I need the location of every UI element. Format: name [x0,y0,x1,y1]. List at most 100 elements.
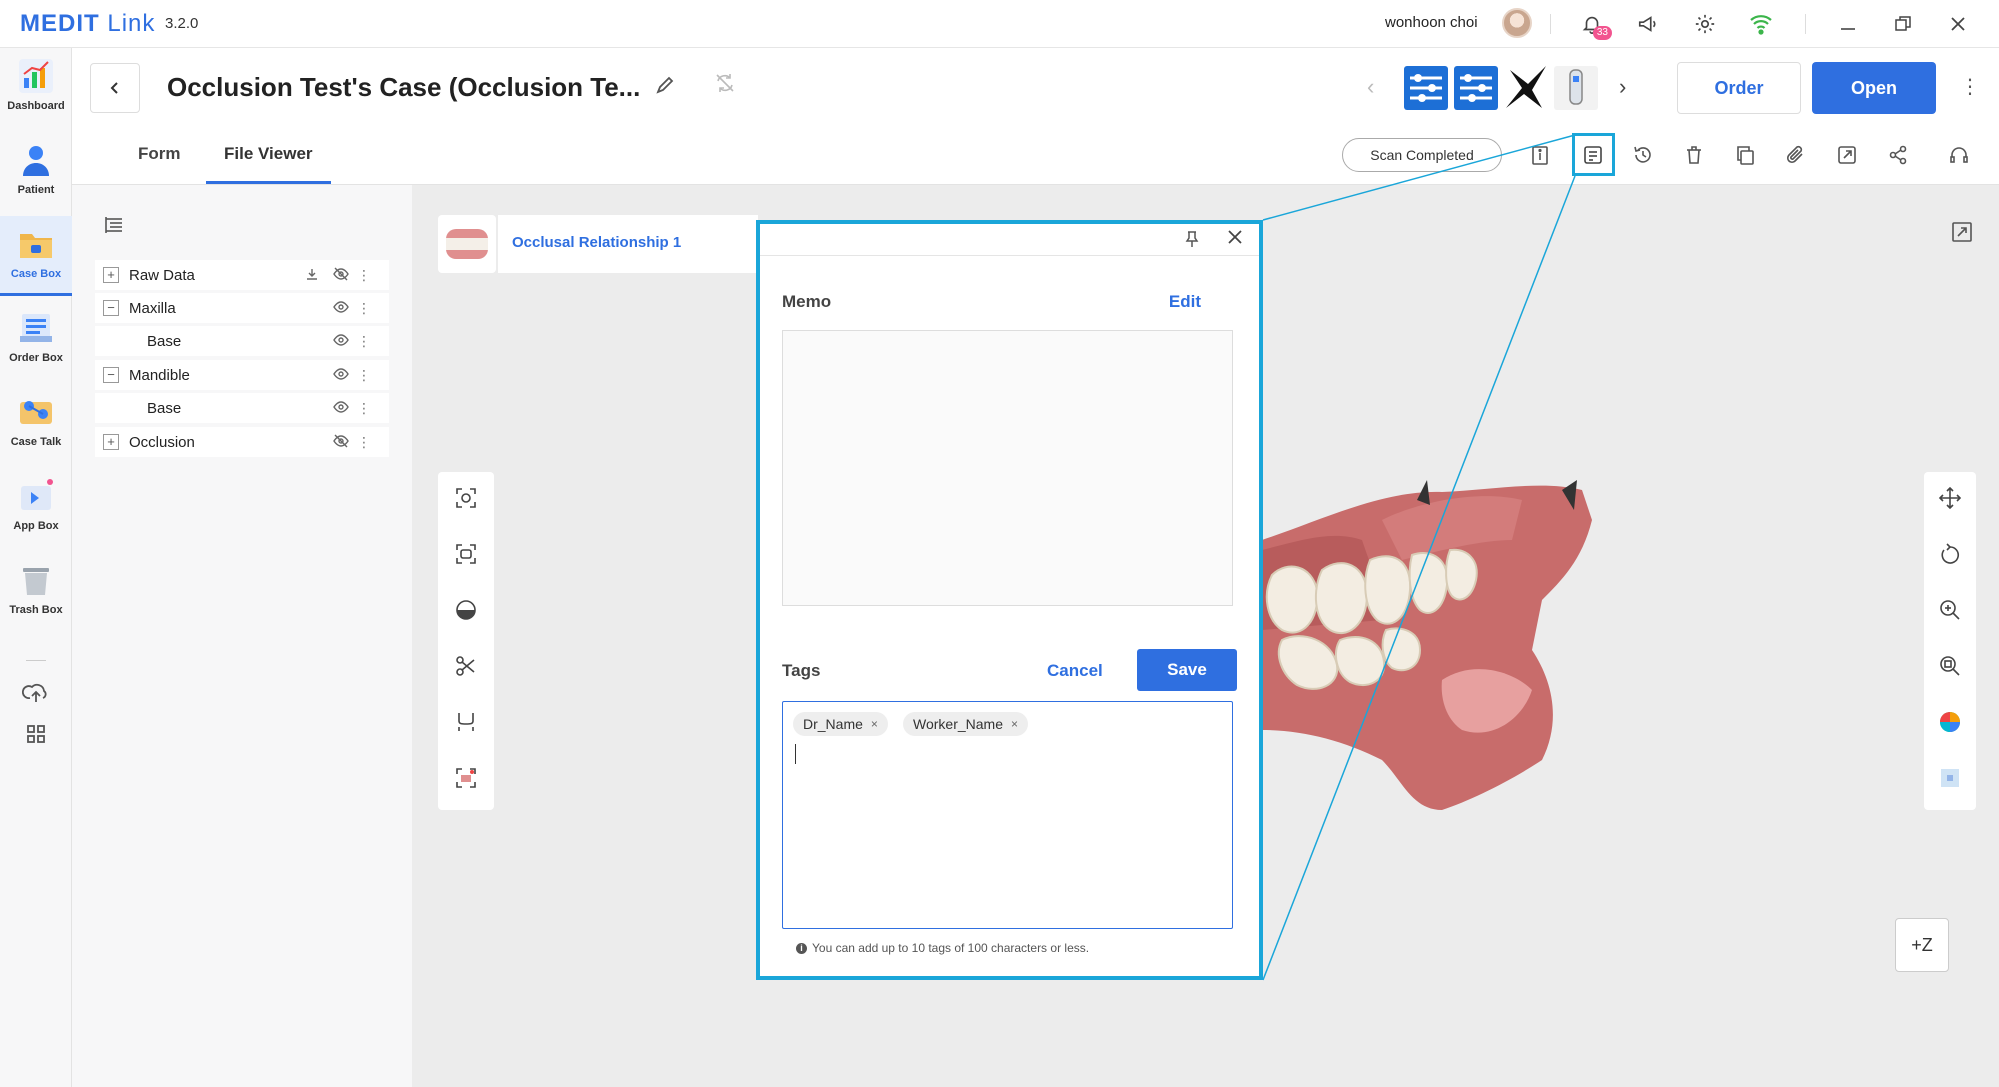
save-button[interactable]: Save [1137,649,1237,691]
eye-off-icon[interactable] [333,434,349,451]
tree-row-raw-data[interactable]: + Raw Data ⋮ [95,260,389,290]
eye-icon[interactable] [333,333,349,350]
memo-popup: Memo Edit Tags Cancel Save Dr_Name × Wor… [756,220,1263,980]
grid-apps-icon[interactable] [24,722,48,746]
dashboard-icon [16,56,56,96]
tags-hint: i You can add up to 10 tags of 100 chara… [796,941,1089,955]
tab-form[interactable]: Form [138,144,181,184]
minimize-icon[interactable] [1834,10,1862,38]
pencil-icon[interactable] [650,70,680,100]
hint-text: You can add up to 10 tags of 100 charact… [812,941,1090,955]
settings-panel-icon[interactable] [1404,66,1448,110]
settings-panel-icon[interactable] [1454,66,1498,110]
tree-row-maxilla[interactable]: − Maxilla ⋮ [95,293,389,323]
color-wheel-icon[interactable] [1936,708,1964,736]
status-badge: Scan Completed [1342,138,1502,172]
sidebar-item-order-box[interactable]: Order Box [0,300,72,380]
teeth-model-render[interactable] [1262,480,1602,820]
app-logo: MEDIT Link [20,10,156,37]
half-circle-icon[interactable] [452,596,480,624]
texture-icon[interactable] [1936,764,1964,792]
remove-tag-icon[interactable]: × [1011,717,1018,731]
sculpt-tool-icon[interactable] [1506,66,1546,108]
more-options-icon[interactable]: ⋮ [357,267,371,284]
gear-icon[interactable] [1691,10,1719,38]
cancel-button[interactable]: Cancel [1047,661,1103,681]
tree-row-mandible-base[interactable]: Base ⋮ [95,393,389,423]
tree-row-occlusion[interactable]: + Occlusion ⋮ [95,427,389,457]
more-options-icon[interactable]: ⋮ [357,400,371,417]
cloud-upload-icon[interactable] [22,678,50,706]
expand-toggle[interactable]: + [103,434,119,450]
eye-icon[interactable] [333,400,349,417]
previous-app-arrow[interactable]: ‹ [1367,74,1374,100]
eye-icon[interactable] [333,300,349,317]
app-box-icon [16,476,56,516]
attachment-icon[interactable] [1779,138,1813,172]
history-icon[interactable] [1626,138,1660,172]
sidebar-item-case-talk[interactable]: Case Talk [0,384,72,464]
close-window-icon[interactable] [1944,10,1972,38]
tree-row-maxilla-base[interactable]: Base ⋮ [95,326,389,356]
collapse-toggle[interactable]: − [103,367,119,383]
teeth-view-icon[interactable] [452,540,480,568]
tree-row-label: Raw Data [129,266,195,284]
tree-row-mandible[interactable]: − Mandible ⋮ [95,360,389,390]
expand-toggle[interactable]: + [103,267,119,283]
more-options-icon[interactable]: ⋮ [357,367,371,384]
expand-view-icon[interactable] [1950,220,1974,244]
more-options-icon[interactable]: ⋮ [357,333,371,350]
axis-z-button[interactable]: +Z [1895,918,1949,972]
zoom-area-icon[interactable] [1936,652,1964,680]
trash-icon[interactable] [1677,138,1711,172]
left-toolbar [438,472,494,810]
pin-icon[interactable] [1183,230,1201,248]
tags-input[interactable]: Dr_Name × Worker_Name × [782,701,1233,929]
avatar[interactable] [1502,8,1532,38]
more-options-icon[interactable]: ⋮ [357,434,371,451]
next-app-arrow[interactable]: › [1619,74,1626,100]
fit-view-icon[interactable] [452,484,480,512]
download-icon[interactable] [305,267,319,284]
eye-icon[interactable] [333,367,349,384]
copy-icon[interactable] [1728,138,1762,172]
sidebar-item-trash-box[interactable]: Trash Box [0,552,72,632]
remove-tag-icon[interactable]: × [871,717,878,731]
move-icon[interactable] [1936,484,1964,512]
scissors-icon[interactable] [452,652,480,680]
open-button[interactable]: Open [1812,62,1936,114]
support-headset-icon[interactable] [1942,138,1976,172]
order-button[interactable]: Order [1677,62,1801,114]
case-box-icon [16,224,56,264]
clipboard-info-icon[interactable] [1523,138,1557,172]
close-icon[interactable] [1225,228,1245,248]
memo-textarea[interactable] [782,330,1233,606]
more-options-icon[interactable]: ⋮ [357,300,371,317]
share-icon[interactable] [1881,138,1915,172]
user-name[interactable]: wonhoon choi [1385,14,1478,31]
notification-bell-icon[interactable]: 33 [1578,10,1612,40]
memo-edit-button[interactable]: Edit [1169,292,1201,312]
tree-list-icon[interactable] [103,214,125,242]
sidebar-item-app-box[interactable]: App Box [0,468,72,548]
restore-window-icon[interactable] [1889,10,1917,38]
export-icon[interactable] [1830,138,1864,172]
eye-off-icon[interactable] [333,267,349,284]
occlusion-label[interactable]: Occlusal Relationship 1 [512,234,681,251]
back-button[interactable] [90,63,140,113]
megaphone-icon[interactable] [1634,10,1662,38]
screenshot-icon[interactable] [452,764,480,792]
sidebar-item-patient[interactable]: Patient [0,132,72,212]
app-shortcuts [1402,62,1602,114]
scanner-icon[interactable] [1554,66,1598,110]
sidebar-item-case-box[interactable]: Case Box [0,216,72,296]
zoom-in-icon[interactable] [1936,596,1964,624]
more-options-icon[interactable]: ⋮ [1960,74,1980,99]
tab-file-viewer[interactable]: File Viewer [206,144,331,184]
sidebar-item-dashboard[interactable]: Dashboard [0,48,72,128]
occlusion-thumbnail[interactable] [438,215,496,273]
occlusion-tool-icon[interactable] [452,708,480,736]
rotate-icon[interactable] [1936,540,1964,568]
notification-count: 33 [1592,26,1612,40]
collapse-toggle[interactable]: − [103,300,119,316]
